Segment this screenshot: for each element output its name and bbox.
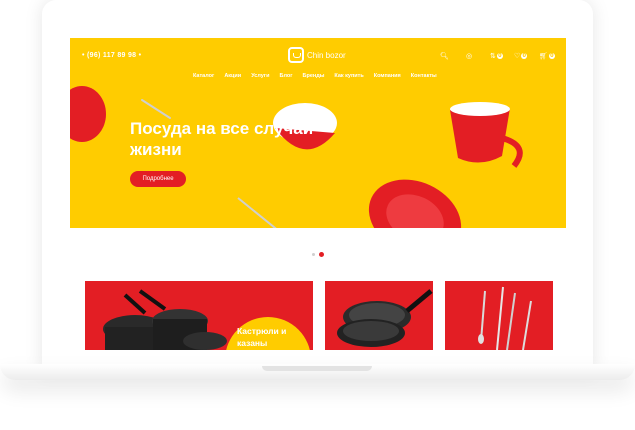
category-tile-pots[interactable]: Кастрюли и казаны (85, 281, 313, 350)
slider-dot-1[interactable] (312, 253, 315, 256)
nav-item-brands[interactable]: Бренды (298, 73, 330, 79)
category-label: Кастрюли и казаны (237, 326, 287, 348)
main-nav: Каталог Акции Услуги Блог Бренды Как куп… (188, 73, 442, 79)
nav-item-company[interactable]: Компания (369, 73, 406, 79)
wishlist-icon[interactable]: ♡ 0 (514, 52, 528, 60)
cutlery-image (478, 286, 532, 350)
fork-top (141, 99, 171, 119)
cart-icon[interactable]: 🛒︎ 0 (539, 52, 555, 60)
nav-item-catalog[interactable]: Каталог (188, 73, 219, 79)
mug-rim (450, 102, 510, 116)
category-tile-pans[interactable] (325, 281, 433, 350)
nav-item-how-to-buy[interactable]: Как купить (329, 73, 368, 79)
hero-title: Посуда на все случаи жизни (130, 119, 314, 159)
fork-bottom (237, 197, 277, 228)
hero-banner: • (96) 117 89 98 • Chin bozor 🔍︎ ◎ ⇅ 0 ♡ 0… (70, 38, 566, 228)
nav-item-services[interactable]: Услуги (246, 73, 274, 79)
nav-item-contacts[interactable]: Контакты (406, 73, 442, 79)
compare-icon[interactable]: ⇅ 0 (490, 52, 503, 60)
category-tile-cutlery[interactable] (445, 281, 553, 350)
logo-text: Chin bozor (307, 50, 346, 60)
pans-image (337, 289, 433, 347)
red-plate-left (70, 86, 106, 142)
laptop-notch (262, 366, 372, 371)
nav-item-blog[interactable]: Блог (274, 73, 297, 79)
search-icon[interactable]: 🔍︎ (440, 52, 449, 60)
phone-number[interactable]: • (96) 117 89 98 • (82, 52, 141, 59)
cart-count-badge: 0 (548, 53, 555, 59)
website-screen: • (96) 117 89 98 • Chin bozor 🔍︎ ◎ ⇅ 0 ♡ 0… (70, 38, 566, 350)
slider-dots (312, 252, 324, 257)
wishlist-count-badge: 0 (521, 53, 528, 59)
red-mug (450, 108, 510, 163)
compare-count-badge: 0 (496, 53, 503, 59)
nav-item-promotions[interactable]: Акции (219, 73, 246, 79)
language-icon[interactable]: ◎ (466, 52, 472, 60)
more-button[interactable]: Подробнее (130, 171, 186, 187)
logo-icon (288, 47, 304, 63)
logo[interactable]: Chin bozor (288, 47, 346, 63)
mug-handle (501, 135, 523, 168)
slider-dot-2[interactable] (319, 252, 324, 257)
